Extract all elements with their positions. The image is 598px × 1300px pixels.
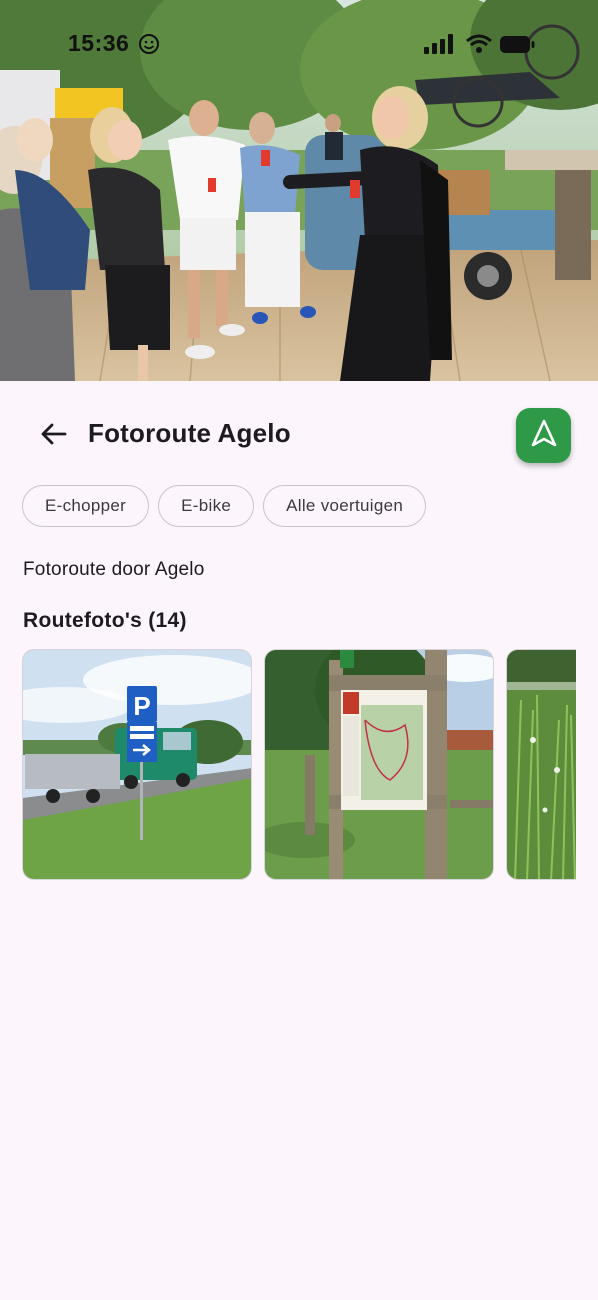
route-photo-1[interactable]: P xyxy=(22,649,252,880)
status-bar: 15:36 xyxy=(0,28,598,62)
wifi-icon xyxy=(466,34,492,54)
navigation-arrow-icon xyxy=(531,419,557,452)
route-photos-carousel[interactable]: P xyxy=(22,649,576,880)
route-detail-screen: 15:36 Fotoroute Agelo E-chopper E-bike A… xyxy=(0,0,598,1300)
battery-icon xyxy=(500,36,536,54)
status-time: 15:36 xyxy=(68,30,130,56)
hero-photo: 15:36 xyxy=(0,0,598,381)
chip-alle-voertuigen[interactable]: Alle voertuigen xyxy=(263,485,427,527)
focus-mode-icon xyxy=(138,33,160,55)
start-navigation-button[interactable] xyxy=(516,408,571,463)
arrow-left-icon xyxy=(41,423,67,450)
route-photo-2[interactable] xyxy=(264,649,494,880)
cellular-signal-icon xyxy=(424,34,456,54)
back-button[interactable] xyxy=(30,415,78,457)
chip-e-chopper[interactable]: E-chopper xyxy=(22,485,150,527)
route-photos-heading: Routefoto's (14) xyxy=(23,609,187,632)
page-title: Fotoroute Agelo xyxy=(88,418,291,448)
svg-text:P: P xyxy=(133,691,150,721)
route-photo-3[interactable] xyxy=(506,649,576,880)
route-description: Fotoroute door Agelo xyxy=(23,559,205,580)
chip-e-bike[interactable]: E-bike xyxy=(158,485,255,527)
vehicle-filter-chips: E-chopper E-bike Alle voertuigen xyxy=(22,485,427,527)
